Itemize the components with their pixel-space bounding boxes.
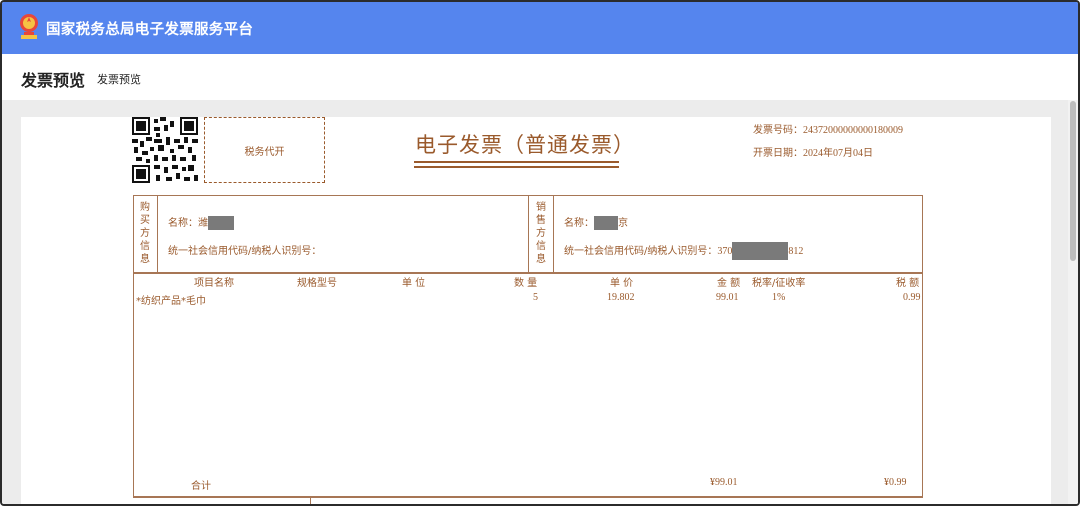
- divider: [133, 496, 923, 497]
- row-rate: 1%: [772, 292, 786, 303]
- buyer-name: 名称：潍: [168, 214, 234, 230]
- col-spec: 规格型号: [297, 278, 337, 289]
- window: 国家税务总局电子发票服务平台 发票预览 发票预览 税务代开 电子发票（普通发票）…: [0, 0, 1080, 506]
- redacted-block: [594, 216, 618, 230]
- invoice-number: 发票号码：24372000000000180009: [753, 125, 903, 136]
- redacted-block: [732, 242, 789, 260]
- breadcrumb[interactable]: 发票预览: [97, 71, 141, 87]
- divider: [528, 195, 529, 273]
- title-underline: [414, 161, 619, 163]
- seller-side-label: 销售方信息: [536, 202, 546, 265]
- invoice-title: 电子发票（普通发票）: [415, 133, 635, 157]
- invoice-date: 开票日期：2024年07月04日: [753, 148, 873, 159]
- page-title: 发票预览: [21, 71, 86, 90]
- col-unit: 单 位: [402, 278, 426, 289]
- stamp-label: 税务代开: [244, 146, 285, 158]
- total-label: 合计: [191, 481, 211, 492]
- divider: [553, 195, 554, 273]
- tax-agent-stamp: 税务代开: [204, 117, 325, 183]
- row-amount: 99.01: [716, 292, 739, 303]
- buyer-tax-id: 统一社会信用代码/纳税人识别号：: [168, 246, 322, 257]
- app-title: 国家税务总局电子发票服务平台: [46, 22, 254, 38]
- row-qty: 5: [533, 292, 538, 303]
- col-price: 单 价: [610, 278, 634, 289]
- tax-emblem-icon: [20, 14, 38, 39]
- seller-tax-id: 统一社会信用代码/纳税人识别号：370 812: [564, 242, 803, 260]
- divider: [310, 496, 311, 504]
- sub-header: [2, 54, 1078, 100]
- divider: [157, 195, 158, 273]
- row-tax: 0.99: [903, 292, 921, 303]
- total-tax: ¥0.99: [884, 477, 907, 488]
- col-item-name: 项目名称: [194, 278, 234, 289]
- buyer-side-label: 购买方信息: [140, 202, 150, 265]
- row-price: 19.802: [607, 292, 635, 303]
- items-table: [133, 272, 923, 498]
- col-qty: 数 量: [514, 278, 538, 289]
- title-underline: [414, 166, 619, 168]
- row-item-name: *纺织产品*毛巾: [136, 296, 206, 307]
- col-amount: 金 额: [717, 278, 741, 289]
- col-tax: 税 额: [896, 278, 920, 289]
- col-rate: 税率/征收率: [752, 278, 806, 289]
- qr-code-icon: [132, 117, 198, 183]
- seller-name: 名称：京: [564, 216, 628, 230]
- top-header-bar: 国家税务总局电子发票服务平台: [2, 2, 1078, 54]
- scrollbar-thumb[interactable]: [1070, 101, 1076, 261]
- total-amount: ¥99.01: [710, 477, 738, 488]
- redacted-block: [208, 216, 234, 230]
